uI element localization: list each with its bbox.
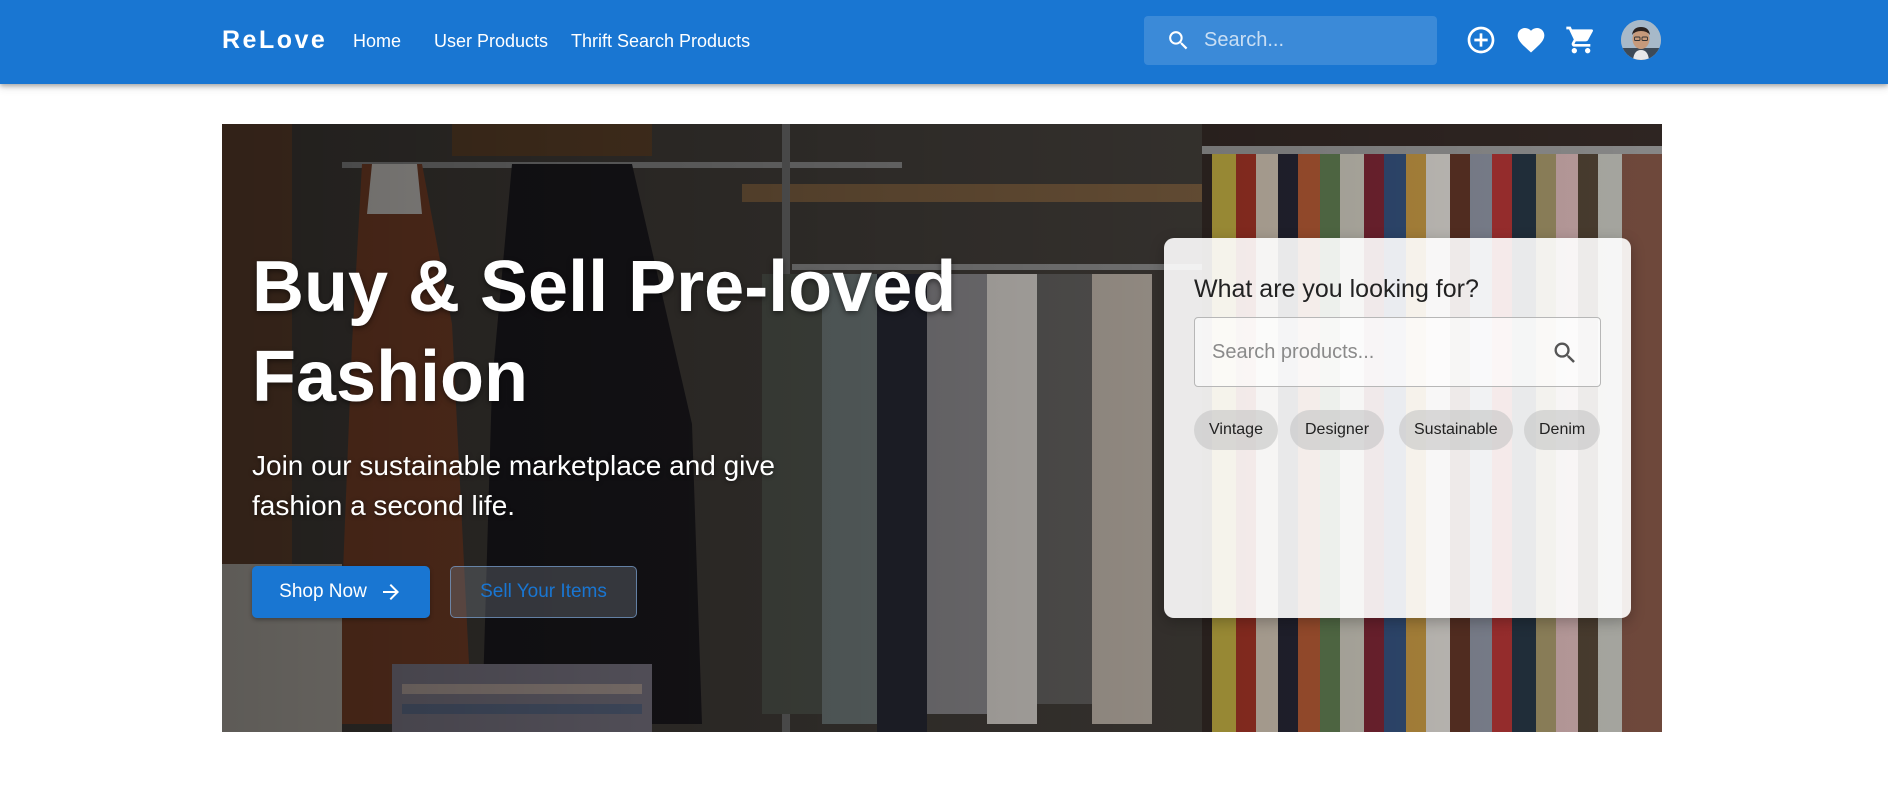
- shop-now-label: Shop Now: [279, 581, 367, 602]
- app-bar: ReLove Home User Products Thrift Search …: [0, 0, 1888, 84]
- nav-thrift-search-products[interactable]: Thrift Search Products: [571, 31, 750, 52]
- hero-title-line-2: Fashion: [252, 337, 529, 417]
- chip-vintage[interactable]: Vintage: [1194, 410, 1278, 450]
- add-product-button[interactable]: [1465, 24, 1497, 56]
- nav-home[interactable]: Home: [353, 31, 401, 52]
- search-icon[interactable]: [1551, 339, 1579, 367]
- user-avatar[interactable]: [1621, 20, 1661, 60]
- cart-button[interactable]: [1565, 24, 1597, 56]
- product-search-card: What are you looking for? Vintage Design…: [1164, 238, 1631, 618]
- sell-your-items-button[interactable]: Sell Your Items: [450, 566, 637, 618]
- hero-title-line-1: Buy & Sell Pre-loved: [252, 247, 957, 327]
- chip-sustainable[interactable]: Sustainable: [1399, 410, 1513, 450]
- shop-now-button[interactable]: Shop Now: [252, 566, 430, 618]
- product-search-input[interactable]: [1212, 318, 1532, 386]
- avatar-photo: [1621, 20, 1661, 60]
- header-search-input[interactable]: [1204, 16, 1429, 65]
- chip-denim[interactable]: Denim: [1524, 410, 1601, 450]
- heart-icon: [1517, 28, 1545, 53]
- chip-designer[interactable]: Designer: [1290, 410, 1385, 450]
- brand-logo[interactable]: ReLove: [222, 26, 327, 55]
- header-search: [1144, 16, 1437, 65]
- cart-icon: [1566, 26, 1594, 54]
- search-card-heading: What are you looking for?: [1194, 275, 1479, 303]
- hero-title: Buy & Sell Pre-loved Fashion: [252, 242, 1152, 422]
- hero-subtitle-line-2: fashion a second life.: [252, 490, 516, 521]
- arrow-right-icon: [382, 584, 399, 600]
- hero-subtitle-line-1: Join our sustainable marketplace and giv…: [252, 450, 775, 481]
- hero-banner: Buy & Sell Pre-loved Fashion Join our su…: [222, 124, 1662, 732]
- hero-subtitle: Join our sustainable marketplace and giv…: [252, 446, 872, 526]
- add-circle-icon: [1467, 26, 1495, 54]
- nav-user-products[interactable]: User Products: [434, 31, 548, 52]
- favorites-button[interactable]: [1515, 24, 1547, 56]
- product-search-field: [1194, 317, 1601, 387]
- search-icon: [1169, 31, 1188, 50]
